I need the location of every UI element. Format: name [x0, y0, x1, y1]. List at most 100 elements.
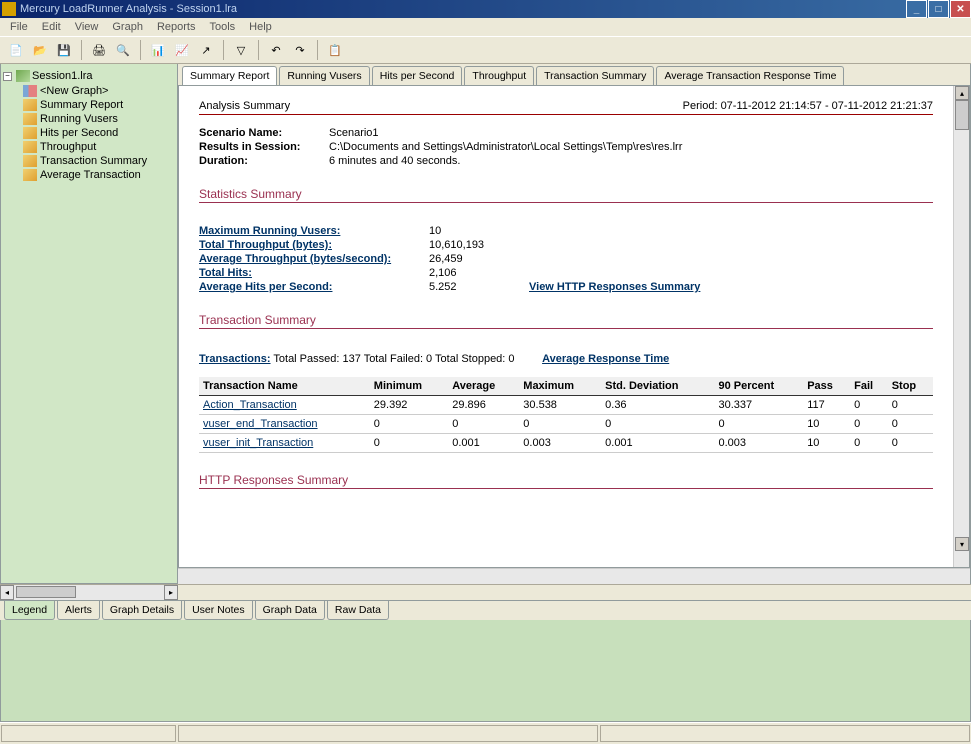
menu-reports[interactable]: Reports [151, 19, 202, 35]
stat-avg-throughput-value: 26,459 [429, 253, 529, 265]
toolbar: 📄 📂 💾 🖨 🔍 📊 📈 ↗ ▽ ↶ ↷ 📋 [0, 36, 971, 64]
col-std: Std. Deviation [601, 377, 714, 396]
col-stop: Stop [888, 377, 933, 396]
app-icon [2, 2, 16, 16]
results-value: C:\Documents and Settings\Administrator\… [329, 141, 682, 153]
duration-label: Duration: [199, 155, 329, 167]
print-preview-icon[interactable]: 🔍 [113, 40, 133, 60]
menu-help[interactable]: Help [243, 19, 278, 35]
trans-link[interactable]: vuser_end_Transaction [199, 415, 370, 434]
report-icon[interactable]: 📋 [325, 40, 345, 60]
stat-avg-throughput-label[interactable]: Average Throughput (bytes/second): [199, 253, 429, 265]
status-cell [600, 725, 970, 742]
stat-total-throughput-value: 10,610,193 [429, 239, 529, 251]
btab-user-notes[interactable]: User Notes [184, 601, 253, 620]
titlebar: Mercury LoadRunner Analysis - Session1.l… [0, 0, 971, 18]
table-row: vuser_end_Transaction000001000 [199, 415, 933, 434]
add-graph-icon[interactable]: 📊 [148, 40, 168, 60]
tab-summary-report[interactable]: Summary Report [182, 66, 277, 85]
collapse-icon[interactable]: − [3, 72, 12, 81]
stat-avg-hits-value: 5.252 [429, 281, 529, 293]
tree-root[interactable]: − Session1.lra [3, 68, 175, 84]
col-min: Minimum [370, 377, 448, 396]
menu-graph[interactable]: Graph [106, 19, 149, 35]
tab-running-vusers[interactable]: Running Vusers [279, 66, 369, 85]
col-p90: 90 Percent [714, 377, 803, 396]
report-icon [23, 127, 37, 139]
page-title: Analysis Summary Period: 07-11-2012 21:1… [199, 100, 933, 115]
tree-scroll-left-icon[interactable]: ◂ [0, 585, 14, 600]
scroll-up-icon[interactable]: ▴ [955, 86, 969, 100]
close-button[interactable]: ✕ [950, 0, 971, 18]
btab-legend[interactable]: Legend [4, 601, 55, 620]
tree-item-summary[interactable]: Summary Report [3, 98, 175, 112]
tree-root-label: Session1.lra [32, 70, 93, 82]
tab-transaction-summary[interactable]: Transaction Summary [536, 66, 654, 85]
btab-graph-data[interactable]: Graph Data [255, 601, 325, 620]
tree-scroll-right-icon[interactable]: ▸ [164, 585, 178, 600]
chart-icon [23, 85, 37, 97]
horizontal-scrollbar[interactable] [178, 568, 970, 584]
redo-icon[interactable]: ↷ [290, 40, 310, 60]
duration-value: 6 minutes and 40 seconds. [329, 155, 460, 167]
btab-alerts[interactable]: Alerts [57, 601, 100, 620]
save-icon[interactable]: 💾 [54, 40, 74, 60]
view-http-link[interactable]: View HTTP Responses Summary [529, 281, 700, 293]
col-avg: Average [448, 377, 519, 396]
bottom-tabs: Legend Alerts Graph Details User Notes G… [0, 600, 971, 620]
vertical-scrollbar[interactable]: ▴ ▾ [953, 86, 969, 567]
scroll-down-icon[interactable]: ▾ [955, 537, 969, 551]
report-icon [23, 155, 37, 167]
col-fail: Fail [850, 377, 888, 396]
avg-response-link[interactable]: Average Response Time [542, 353, 669, 365]
new-icon[interactable]: 📄 [6, 40, 26, 60]
trans-link[interactable]: vuser_init_Transaction [199, 434, 370, 453]
export-icon[interactable]: ↗ [196, 40, 216, 60]
trans-link[interactable]: Action_Transaction [199, 396, 370, 415]
maximize-button[interactable]: □ [928, 0, 949, 18]
transaction-table: Transaction Name Minimum Average Maximum… [199, 377, 933, 453]
open-icon[interactable]: 📂 [30, 40, 50, 60]
results-label: Results in Session: [199, 141, 329, 153]
transactions-link[interactable]: Transactions: [199, 353, 271, 365]
print-icon[interactable]: 🖨 [89, 40, 109, 60]
stat-total-hits-label[interactable]: Total Hits: [199, 267, 429, 279]
trans-summary-line: Transactions: Total Passed: 137 Total Fa… [199, 353, 933, 365]
btab-graph-details[interactable]: Graph Details [102, 601, 182, 620]
status-cell [178, 725, 598, 742]
tree-pane: − Session1.lra <New Graph> Summary Repor… [0, 64, 178, 584]
http-heading: HTTP Responses Summary [199, 473, 933, 489]
tree-item-avg-transaction[interactable]: Average Transaction [3, 168, 175, 182]
tree-item-new-graph[interactable]: <New Graph> [3, 84, 175, 98]
session-icon [16, 70, 30, 82]
window-title: Mercury LoadRunner Analysis - Session1.l… [20, 3, 905, 15]
menu-tools[interactable]: Tools [203, 19, 241, 35]
scenario-value: Scenario1 [329, 127, 379, 139]
report-tabs: Summary Report Running Vusers Hits per S… [178, 64, 970, 85]
tab-throughput[interactable]: Throughput [464, 66, 534, 85]
filter-icon[interactable]: ▽ [231, 40, 251, 60]
col-name: Transaction Name [199, 377, 370, 396]
scroll-thumb[interactable] [955, 100, 969, 130]
cross-results-icon[interactable]: 📈 [172, 40, 192, 60]
tree-item-running-vusers[interactable]: Running Vusers [3, 112, 175, 126]
stat-avg-hits-label[interactable]: Average Hits per Second: [199, 281, 429, 293]
tab-hits-per-second[interactable]: Hits per Second [372, 66, 463, 85]
statusbar [0, 722, 971, 744]
stat-total-hits-value: 2,106 [429, 267, 529, 279]
stat-max-vusers-label[interactable]: Maximum Running Vusers: [199, 225, 429, 237]
tab-avg-response-time[interactable]: Average Transaction Response Time [656, 66, 844, 85]
tree-item-transaction-summary[interactable]: Transaction Summary [3, 154, 175, 168]
tree-item-hits-per-second[interactable]: Hits per Second [3, 126, 175, 140]
report-content: Analysis Summary Period: 07-11-2012 21:1… [179, 86, 953, 567]
stat-total-throughput-label[interactable]: Total Throughput (bytes): [199, 239, 429, 251]
menu-view[interactable]: View [69, 19, 105, 35]
tree-scroll-thumb[interactable] [16, 586, 76, 598]
undo-icon[interactable]: ↶ [266, 40, 286, 60]
menu-file[interactable]: File [4, 19, 34, 35]
minimize-button[interactable]: _ [906, 0, 927, 18]
btab-raw-data[interactable]: Raw Data [327, 601, 389, 620]
tree-item-throughput[interactable]: Throughput [3, 140, 175, 154]
table-row: vuser_init_Transaction00.0010.0030.0010.… [199, 434, 933, 453]
menu-edit[interactable]: Edit [36, 19, 67, 35]
